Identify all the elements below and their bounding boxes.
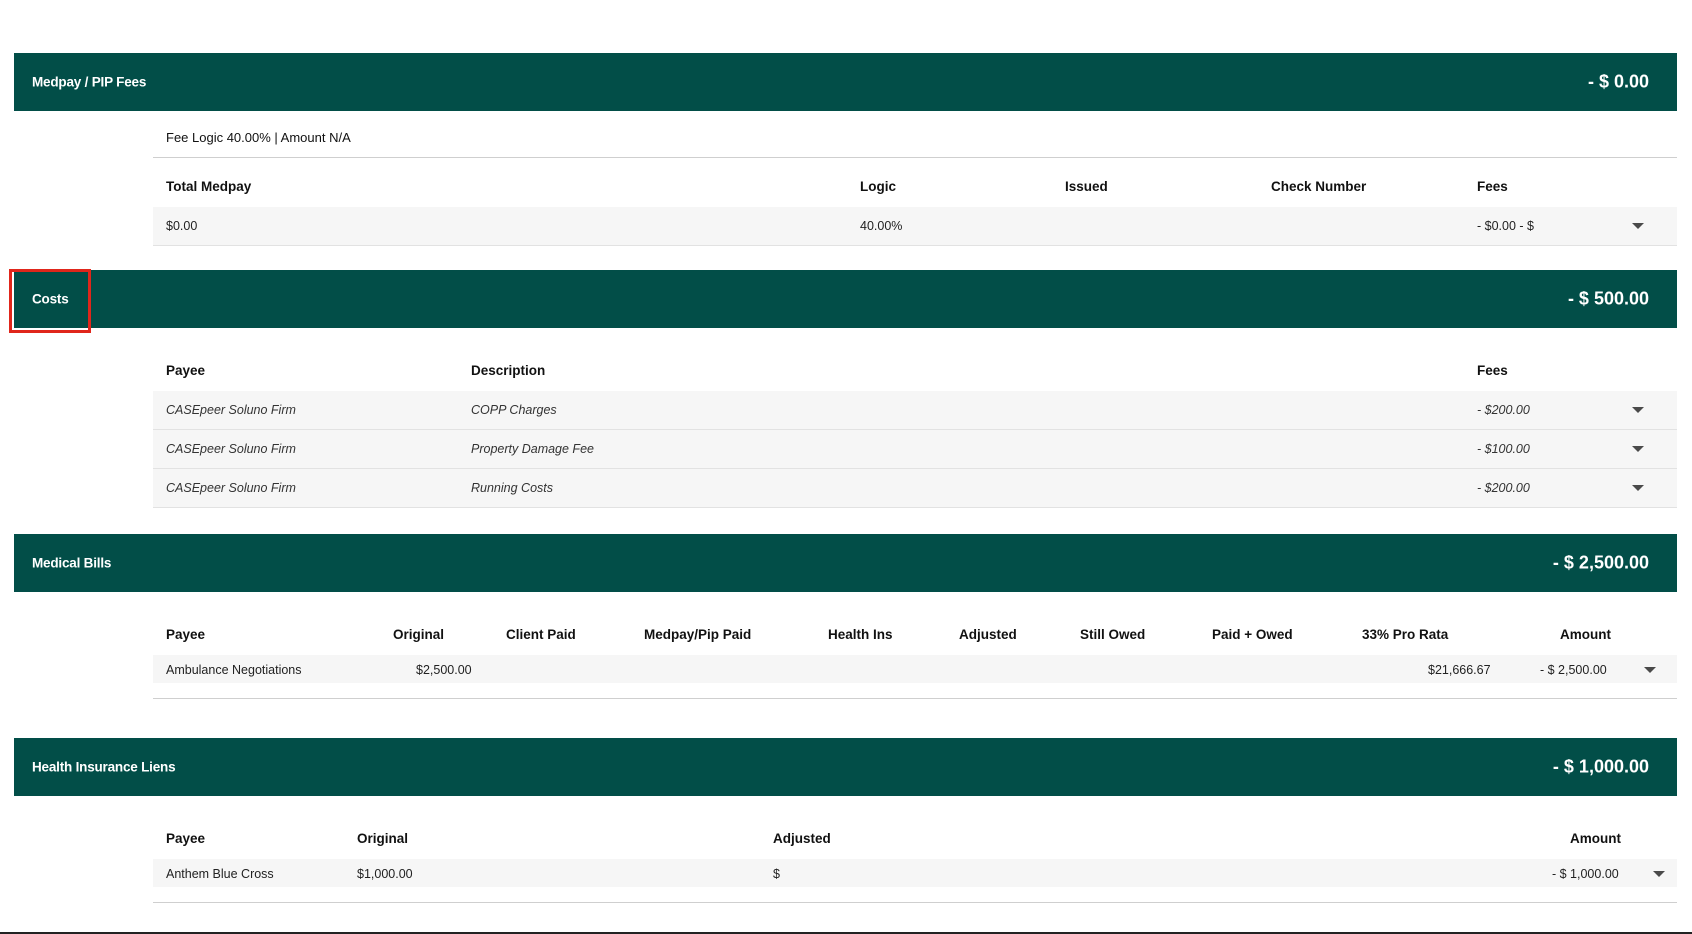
- medical-bills-table: Payee Original Client Paid Medpay/Pip Pa…: [153, 615, 1677, 683]
- table-row: CASEpeer Soluno Firm COPP Charges - $200…: [153, 391, 1677, 430]
- column-header-fees: Fees: [1477, 179, 1508, 194]
- original-value: $2,500.00: [416, 663, 472, 677]
- column-header-amount: Amount: [1570, 831, 1621, 846]
- column-header-description: Description: [471, 363, 546, 378]
- table-row: $0.00 40.00% - $0.00 - $: [153, 207, 1677, 246]
- column-header-paid-owed: Paid + Owed: [1212, 627, 1293, 642]
- row-dropdown-caret-icon[interactable]: [1632, 446, 1644, 452]
- table-header-row: Payee Original Adjusted Amount: [153, 819, 1677, 859]
- original-value: $1,000.00: [357, 867, 413, 881]
- medpay-section-total: - $ 0.00: [1587, 71, 1649, 92]
- column-header-fees: Fees: [1477, 363, 1508, 378]
- divider: [153, 902, 1677, 903]
- table-row: CASEpeer Soluno Firm Property Damage Fee…: [153, 430, 1677, 469]
- row-dropdown-caret-icon[interactable]: [1644, 667, 1656, 673]
- medical-bills-section-total: - $ 2,500.00: [1552, 552, 1649, 573]
- amount-value: - $ 2,500.00: [1540, 663, 1607, 677]
- column-header-pro-rata: 33% Pro Rata: [1362, 627, 1449, 642]
- column-header-adjusted: Adjusted: [773, 831, 831, 846]
- medical-bills-section-title: Medical Bills: [32, 555, 112, 571]
- column-header-payee: Payee: [166, 363, 206, 378]
- column-header-health-ins: Health Ins: [828, 627, 893, 642]
- table-row: Ambulance Negotiations $2,500.00 $21,666…: [153, 655, 1677, 683]
- payee-value: Anthem Blue Cross: [166, 867, 274, 881]
- health-liens-section-title: Health Insurance Liens: [32, 759, 176, 775]
- column-header-amount: Amount: [1560, 627, 1611, 642]
- fees-value: - $200.00: [1477, 403, 1530, 417]
- payee-value: Ambulance Negotiations: [166, 663, 302, 677]
- table-header-row: Total Medpay Logic Issued Check Number F…: [153, 167, 1677, 207]
- table-row: Anthem Blue Cross $1,000.00 $ - $ 1,000.…: [153, 859, 1677, 887]
- pro-rata-value: $21,666.67: [1428, 663, 1491, 677]
- health-liens-table: Payee Original Adjusted Amount Anthem Bl…: [153, 819, 1677, 887]
- description-value: COPP Charges: [471, 403, 557, 417]
- costs-section-title: Costs: [32, 291, 69, 307]
- fees-value: - $200.00: [1477, 481, 1530, 495]
- column-header-original: Original: [393, 627, 445, 642]
- medpay-section-header[interactable]: Medpay / PIP Fees - $ 0.00: [14, 53, 1677, 111]
- payee-value: CASEpeer Soluno Firm: [166, 481, 296, 495]
- medpay-table: Total Medpay Logic Issued Check Number F…: [153, 167, 1677, 246]
- row-dropdown-caret-icon[interactable]: [1632, 485, 1644, 491]
- costs-table: Payee Description Fees CASEpeer Soluno F…: [153, 351, 1677, 508]
- medpay-section-title: Medpay / PIP Fees: [32, 74, 147, 90]
- column-header-still-owed: Still Owed: [1080, 627, 1146, 642]
- divider: [153, 698, 1677, 699]
- column-header-medpay-pip-paid: Medpay/Pip Paid: [644, 627, 752, 642]
- payee-value: CASEpeer Soluno Firm: [166, 403, 296, 417]
- costs-section-total: - $ 500.00: [1567, 288, 1649, 309]
- column-header-check-number: Check Number: [1271, 179, 1367, 194]
- divider: [153, 157, 1677, 158]
- column-header-logic: Logic: [860, 179, 896, 194]
- row-dropdown-caret-icon[interactable]: [1632, 223, 1644, 229]
- adjusted-value: $: [773, 867, 780, 881]
- medical-bills-section-header[interactable]: Medical Bills - $ 2,500.00: [14, 534, 1677, 592]
- column-header-issued: Issued: [1065, 179, 1108, 194]
- description-value: Running Costs: [471, 481, 553, 495]
- payee-value: CASEpeer Soluno Firm: [166, 442, 296, 456]
- row-dropdown-caret-icon[interactable]: [1653, 871, 1665, 877]
- logic-value: 40.00%: [860, 219, 903, 233]
- table-header-row: Payee Description Fees: [153, 351, 1677, 391]
- column-header-payee: Payee: [166, 627, 206, 642]
- description-value: Property Damage Fee: [471, 442, 594, 456]
- column-header-client-paid: Client Paid: [506, 627, 576, 642]
- costs-section-header[interactable]: Costs - $ 500.00: [14, 270, 1677, 328]
- amount-value: - $ 1,000.00: [1552, 867, 1619, 881]
- table-row: CASEpeer Soluno Firm Running Costs - $20…: [153, 469, 1677, 508]
- column-header-adjusted: Adjusted: [959, 627, 1017, 642]
- fees-value: - $0.00 - $: [1477, 219, 1534, 233]
- column-header-original: Original: [357, 831, 409, 846]
- health-liens-section-total: - $ 1,000.00: [1552, 756, 1649, 777]
- fee-logic-info: Fee Logic 40.00% | Amount N/A: [166, 130, 351, 145]
- column-header-total-medpay: Total Medpay: [166, 179, 252, 194]
- column-header-payee: Payee: [166, 831, 206, 846]
- health-liens-section-header[interactable]: Health Insurance Liens - $ 1,000.00: [14, 738, 1677, 796]
- row-dropdown-caret-icon[interactable]: [1632, 407, 1644, 413]
- total-medpay-value: $0.00: [166, 219, 198, 233]
- table-header-row: Payee Original Client Paid Medpay/Pip Pa…: [153, 615, 1677, 655]
- fees-value: - $100.00: [1477, 442, 1530, 456]
